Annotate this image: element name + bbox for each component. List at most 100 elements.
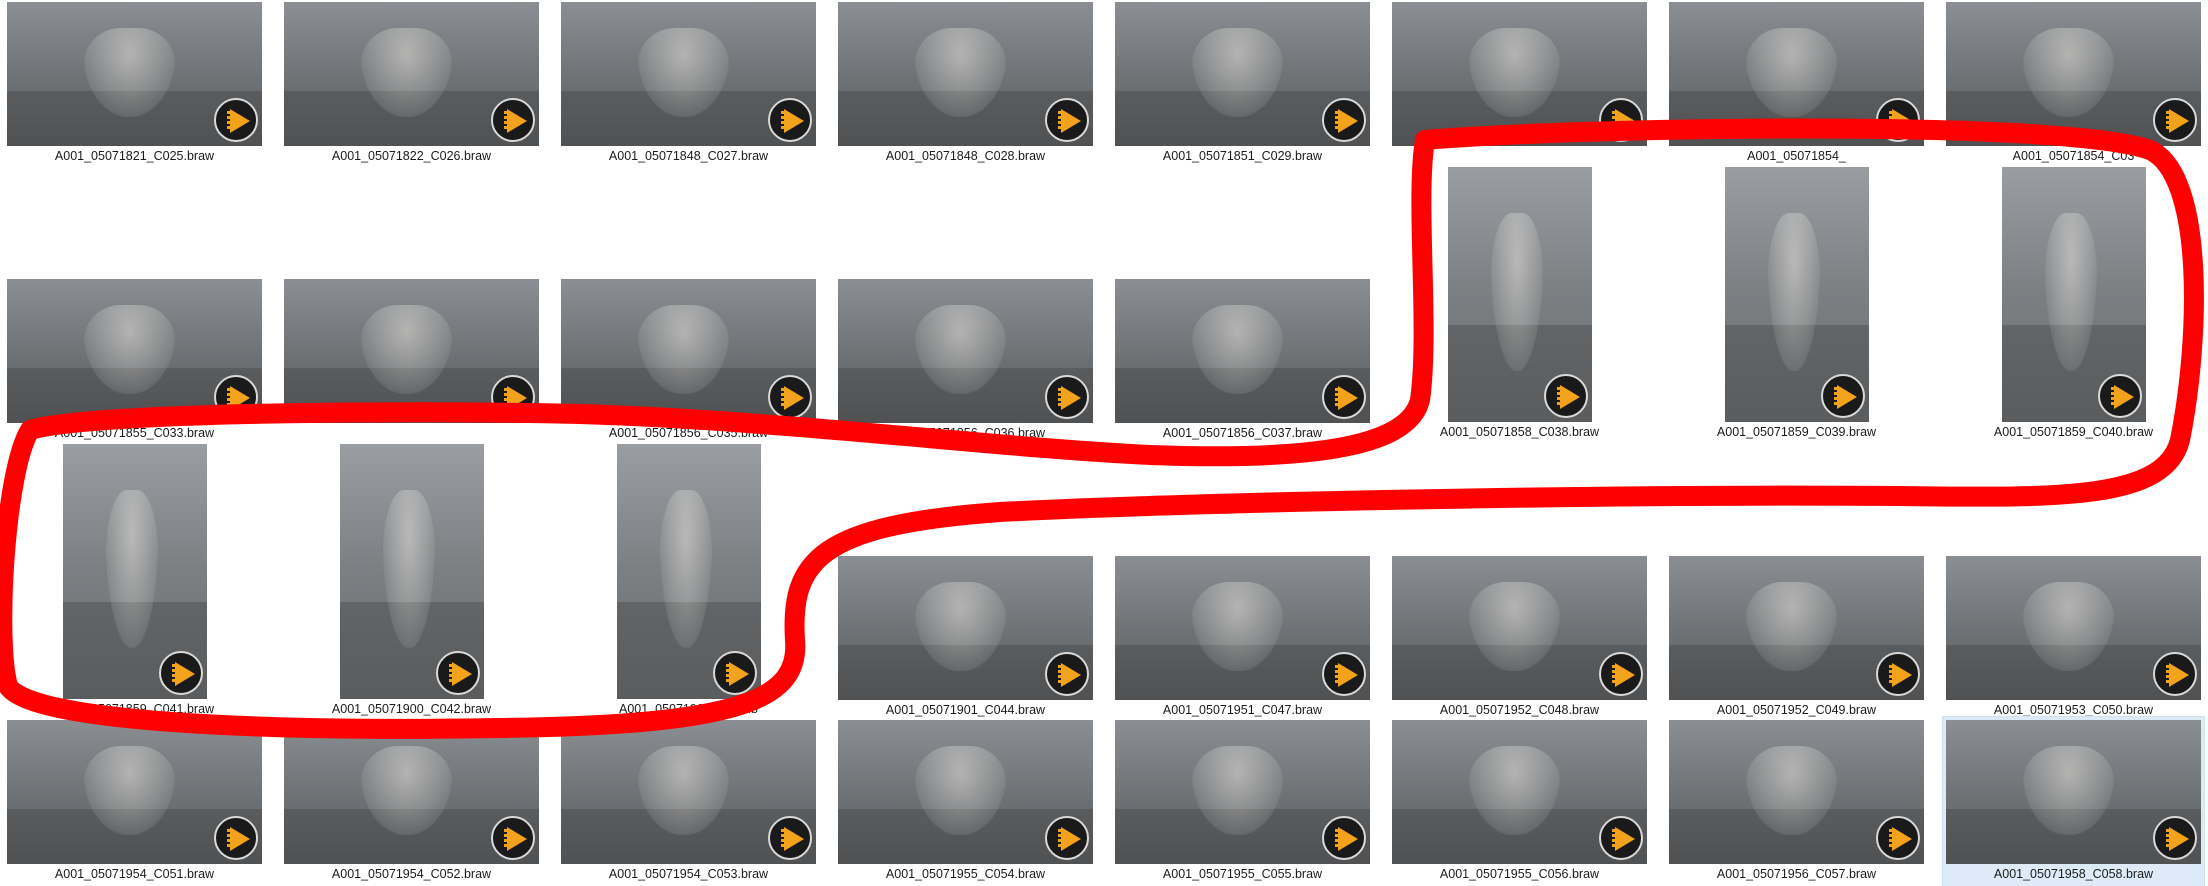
braw-play-icon	[1322, 375, 1366, 419]
video-thumbnail	[561, 2, 816, 146]
file-item[interactable]: A001_05071956_C057.braw	[1666, 717, 1927, 886]
video-thumbnail	[284, 279, 539, 423]
braw-play-icon	[2098, 374, 2142, 418]
video-thumbnail	[1115, 556, 1370, 700]
file-name-label: A001_05071954_C051.braw	[54, 867, 215, 881]
file-name-label: A001_05071900_C042.braw	[331, 702, 492, 716]
video-thumbnail	[7, 279, 262, 423]
file-item[interactable]: A001_05071900_C043.b	[558, 441, 819, 721]
file-item[interactable]: A001_05071856_C035.braw	[558, 276, 819, 445]
video-thumbnail	[561, 720, 816, 864]
braw-play-icon	[1821, 374, 1865, 418]
file-item[interactable]: A001_05071859_C040.braw	[1943, 164, 2204, 444]
file-name-label: A001_05071858_C038.braw	[1439, 425, 1600, 439]
braw-play-icon	[491, 98, 535, 142]
file-item[interactable]: A001_05071855_C033.braw	[4, 276, 265, 445]
file-item[interactable]: A001_05071954_C053.braw	[558, 717, 819, 886]
video-thumbnail	[1946, 2, 2201, 146]
file-name-label: A001_05071822_C026.braw	[331, 149, 492, 163]
file-name-label: A001_05071954_C052.braw	[331, 867, 492, 881]
braw-play-icon	[436, 651, 480, 695]
file-item[interactable]: A001_05071953_C050.braw	[1943, 553, 2204, 722]
file-name-label: A001_05071856_C037.braw	[1162, 426, 1323, 440]
file-item[interactable]	[1389, 0, 1650, 168]
braw-play-icon	[1322, 98, 1366, 142]
file-item[interactable]: A001_05071958_C058.braw	[1942, 716, 2205, 886]
file-item[interactable]: A001_05071848_C027.braw	[558, 0, 819, 168]
file-name-label: A001_05071859_C040.braw	[1993, 425, 2154, 439]
file-item[interactable]: A001_05071821_C025.braw	[4, 0, 265, 168]
file-name-label: A001_05071855_C033.braw	[54, 426, 215, 440]
file-item[interactable]: A001_05071954_C052.braw	[281, 717, 542, 886]
file-item[interactable]: A001_05071951_C047.braw	[1112, 553, 1373, 722]
file-name-label: A001_05071821_C025.braw	[54, 149, 215, 163]
file-item[interactable]: A001_05071952_C048.braw	[1389, 553, 1650, 722]
video-thumbnail	[63, 444, 207, 699]
video-thumbnail	[284, 720, 539, 864]
video-thumbnail	[561, 279, 816, 423]
braw-play-icon	[1045, 816, 1089, 860]
file-item[interactable]: A001_05071858_C038.braw	[1389, 164, 1650, 444]
file-name-label: A001_05071859_C041.braw	[54, 702, 215, 716]
video-thumbnail	[1392, 556, 1647, 700]
file-name-label: A001_05071859_C039.braw	[1716, 425, 1877, 439]
file-name-label: A001_05071848_C028.braw	[885, 149, 1046, 163]
file-item[interactable]: A001_05071955_C054.braw	[835, 717, 1096, 886]
file-item[interactable]: A001_05071848_C028.braw	[835, 0, 1096, 168]
braw-play-icon	[1599, 816, 1643, 860]
braw-play-icon	[1876, 652, 1920, 696]
file-item[interactable]: A001_05071822_C026.braw	[281, 0, 542, 168]
video-thumbnail	[1115, 279, 1370, 423]
file-item[interactable]: A001_05071900_C042.braw	[281, 441, 542, 721]
file-item[interactable]: A001_05071901_C044.braw	[835, 553, 1096, 722]
file-name-label: A001_05071958_C058.braw	[1993, 867, 2154, 881]
file-name-label: A001_05071952_C048.braw	[1439, 703, 1600, 717]
file-item[interactable]: A001_05071856_C037.braw	[1112, 276, 1373, 445]
video-thumbnail	[1392, 720, 1647, 864]
file-item[interactable]: A001_05071854_C03	[1943, 0, 2204, 168]
braw-play-icon	[768, 375, 812, 419]
file-item[interactable]: A001_05071859_C039.braw	[1666, 164, 1927, 444]
video-thumbnail	[838, 279, 1093, 423]
braw-play-icon	[1322, 816, 1366, 860]
file-item[interactable]: A001_05071851_C029.braw	[1112, 0, 1373, 168]
braw-play-icon	[491, 816, 535, 860]
video-thumbnail	[838, 720, 1093, 864]
file-item[interactable]: A001_05071952_C049.braw	[1666, 553, 1927, 722]
video-thumbnail	[1115, 720, 1370, 864]
video-thumbnail	[1669, 720, 1924, 864]
file-name-label: A001_05071851_C029.braw	[1162, 149, 1323, 163]
braw-play-icon	[1045, 375, 1089, 419]
file-name-label: A001_05071856_C036.braw	[885, 426, 1046, 440]
file-name-label: A001_05071955_C054.braw	[885, 867, 1046, 881]
braw-play-icon	[768, 816, 812, 860]
file-item[interactable]: A001_05071955_C055.braw	[1112, 717, 1373, 886]
video-thumbnail	[1669, 556, 1924, 700]
file-name-label: A001_05071955_C056.braw	[1439, 867, 1600, 881]
file-item[interactable]	[281, 276, 542, 445]
braw-play-icon	[214, 98, 258, 142]
file-item[interactable]: A001_05071954_C051.braw	[4, 717, 265, 886]
video-thumbnail	[1725, 167, 1869, 422]
braw-play-icon	[491, 375, 535, 419]
braw-play-icon	[1599, 98, 1643, 142]
video-thumbnail	[340, 444, 484, 699]
braw-play-icon	[1544, 374, 1588, 418]
braw-play-icon	[214, 375, 258, 419]
braw-play-icon	[159, 651, 203, 695]
video-thumbnail	[7, 720, 262, 864]
video-thumbnail	[1392, 2, 1647, 146]
file-item[interactable]: A001_05071854_	[1666, 0, 1927, 168]
video-thumbnail	[284, 2, 539, 146]
braw-play-icon	[1322, 652, 1366, 696]
video-thumbnail	[1669, 2, 1924, 146]
braw-play-icon	[1876, 98, 1920, 142]
braw-play-icon	[1045, 652, 1089, 696]
video-thumbnail	[617, 444, 761, 699]
braw-play-icon	[2153, 652, 2197, 696]
file-item[interactable]: A001_05071856_C036.braw	[835, 276, 1096, 445]
braw-play-icon	[713, 651, 757, 695]
file-item[interactable]: A001_05071859_C041.braw	[4, 441, 265, 721]
file-item[interactable]: A001_05071955_C056.braw	[1389, 717, 1650, 886]
file-name-label: A001_05071900_C043.b	[618, 702, 759, 716]
